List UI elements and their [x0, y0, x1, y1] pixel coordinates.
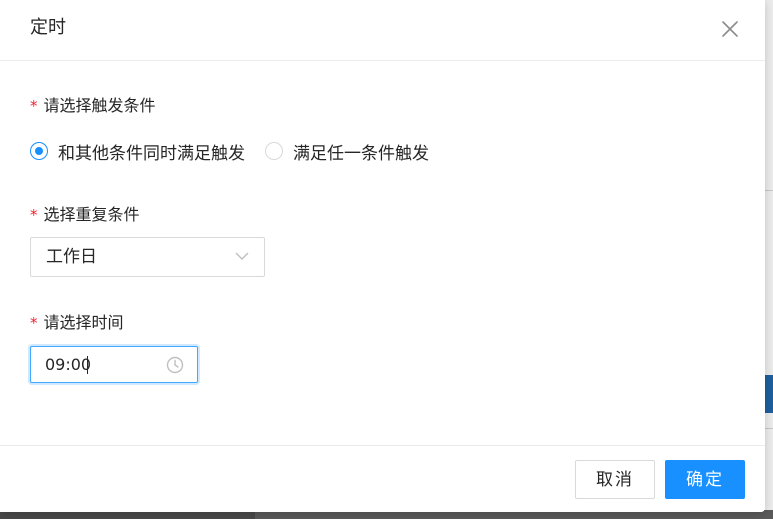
- required-mark: *: [30, 206, 38, 224]
- background-blue-element: [765, 375, 773, 413]
- confirm-button[interactable]: 确定: [665, 460, 745, 499]
- modal-title: 定时: [30, 17, 66, 38]
- repeat-select-value: 工作日: [46, 247, 97, 267]
- close-icon: [722, 21, 738, 37]
- required-mark: *: [30, 314, 38, 332]
- trigger-condition-label-text: 请选择触发条件: [43, 96, 156, 115]
- background-divider: [765, 190, 773, 191]
- modal-footer: 取消 确定: [0, 445, 765, 513]
- time-label: * 请选择时间: [30, 312, 124, 334]
- repeat-condition-label-text: 选择重复条件: [43, 205, 140, 224]
- background-divider: [765, 428, 773, 429]
- clock-icon[interactable]: [166, 356, 184, 374]
- radio-label: 和其他条件同时满足触发: [58, 143, 245, 164]
- repeat-select[interactable]: 工作日: [30, 237, 265, 277]
- repeat-condition-label: * 选择重复条件: [30, 204, 140, 226]
- time-label-text: 请选择时间: [43, 313, 124, 332]
- timer-modal: 定时 * 请选择触发条件 和其他条件同时满足触发 满足任一条件触发 * 选择重复条件…: [0, 0, 765, 512]
- radio-checked-icon[interactable]: [30, 142, 48, 160]
- chevron-down-icon: [235, 252, 249, 260]
- radio-unchecked-icon[interactable]: [265, 142, 283, 160]
- cancel-button[interactable]: 取消: [575, 460, 655, 499]
- time-picker[interactable]: [30, 346, 198, 383]
- trigger-condition-label: * 请选择触发条件: [30, 95, 156, 117]
- radio-option-all-conditions[interactable]: 和其他条件同时满足触发: [30, 139, 245, 164]
- close-button[interactable]: [718, 17, 742, 41]
- text-caret: [87, 356, 88, 374]
- time-input[interactable]: [45, 347, 155, 382]
- modal-header: 定时: [0, 0, 765, 61]
- radio-option-any-condition[interactable]: 满足任一条件触发: [265, 139, 429, 164]
- required-mark: *: [30, 97, 38, 115]
- trigger-radio-group: 和其他条件同时满足触发 满足任一条件触发: [30, 139, 449, 164]
- radio-label: 满足任一条件触发: [293, 143, 429, 164]
